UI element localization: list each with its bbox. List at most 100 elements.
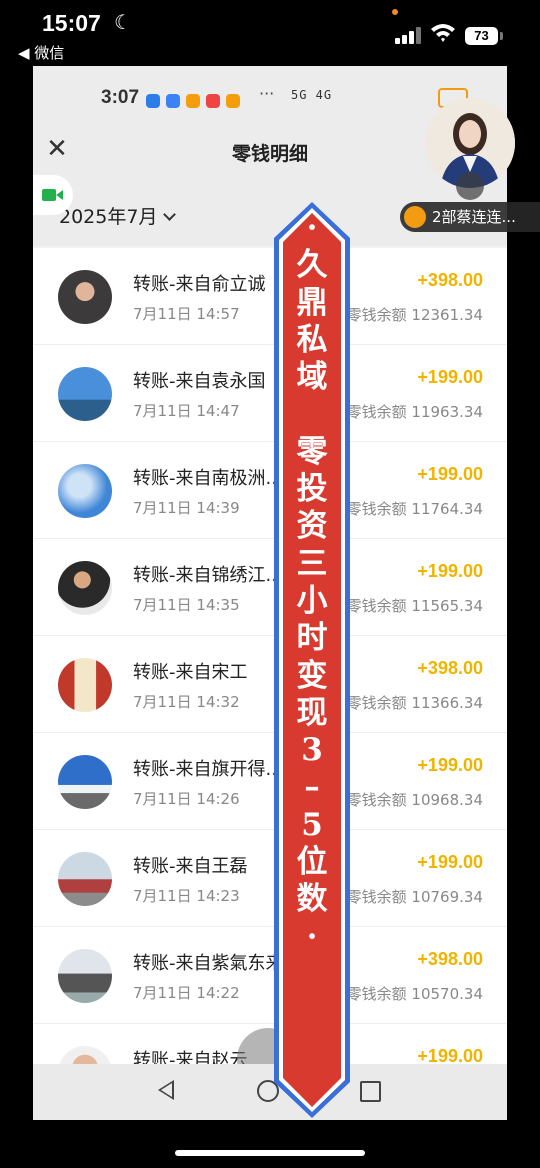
transaction-title: 转账-来自俞立诚 — [133, 274, 266, 295]
avatar — [58, 755, 112, 809]
transaction-title: 转账-来自旗开得... — [133, 759, 283, 780]
banner-char — [272, 396, 352, 433]
notification-icons — [146, 90, 246, 109]
avatar — [58, 367, 112, 421]
banner-char: 鼎 — [296, 284, 328, 321]
banner-char: · — [306, 210, 318, 246]
transaction-amount: +199.00 — [417, 852, 483, 872]
balance-after: 零钱余额 10769.34 — [346, 888, 483, 906]
promo-banner: · 久 鼎 私 域 零 投 资 三 小 时 变 现 3 – 5 位 数 · — [272, 200, 352, 1120]
banner-char: 私 — [296, 321, 328, 358]
user-icon — [404, 206, 426, 228]
avatar — [58, 464, 112, 518]
transaction-title: 转账-来自紫氣东来) — [133, 953, 291, 974]
battery-icon: 73 — [465, 27, 498, 45]
transaction-title: 转账-来自宋工 — [133, 662, 248, 683]
app-icon — [166, 93, 180, 108]
list-item[interactable]: 转账-来自南极洲... 7月11日 14:39 +199.00 零钱余额 117… — [33, 442, 507, 539]
back-icon[interactable] — [158, 1080, 174, 1100]
participant-name: 2部蔡连连... — [432, 208, 516, 226]
banner-char: 三 — [296, 545, 328, 582]
list-item[interactable]: 转账-来自俞立诚 7月11日 14:57 +398.00 零钱余额 12361.… — [33, 248, 507, 345]
month-label: 2025年7月 — [59, 206, 158, 228]
banner-char: 位 — [296, 844, 328, 881]
inner-time: 3:07 — [101, 87, 140, 108]
android-nav-bar — [33, 1064, 507, 1120]
transaction-title: 转账-来自袁永国 — [133, 371, 266, 392]
banner-char: 久 — [296, 247, 328, 284]
balance-after: 零钱余额 11565.34 — [346, 597, 483, 615]
avatar — [58, 561, 112, 615]
transaction-time: 7月11日 14:23 — [133, 887, 240, 905]
transaction-amount: +398.00 — [417, 270, 483, 290]
balance-after: 零钱余额 11963.34 — [346, 403, 483, 421]
app-icon — [206, 93, 220, 108]
microphone-icon[interactable] — [456, 172, 484, 200]
banner-char: 现 — [296, 694, 328, 731]
transaction-amount: +199.00 — [417, 464, 483, 484]
banner-char: 零 — [296, 433, 328, 470]
home-indicator[interactable] — [175, 1150, 365, 1156]
transaction-time: 7月11日 14:35 — [133, 596, 240, 614]
battery-tip — [500, 32, 503, 40]
chevron-down-icon — [163, 208, 177, 221]
transaction-time: 7月11日 14:47 — [133, 402, 240, 420]
banner-char: 时 — [296, 620, 328, 657]
list-item[interactable]: 转账-来自宋工 7月11日 14:32 +398.00 零钱余额 11366.3… — [33, 636, 507, 733]
banner-char: 域 — [296, 359, 328, 396]
balance-after: 零钱余额 12361.34 — [346, 306, 483, 324]
avatar — [58, 852, 112, 906]
balance-after: 零钱余额 10570.34 — [346, 985, 483, 1003]
status-time: 15:07 — [42, 10, 101, 36]
cellular-signal-icon — [395, 26, 423, 44]
transaction-time: 7月11日 14:26 — [133, 790, 240, 808]
balance-after: 零钱余额 11764.34 — [346, 500, 483, 518]
banner-char: 5 — [301, 806, 323, 843]
banner-char: 3 — [301, 732, 323, 769]
banner-text: · 久 鼎 私 域 零 投 资 三 小 时 变 现 3 – 5 位 数 · — [272, 210, 352, 956]
transaction-amount: +199.00 — [417, 755, 483, 775]
avatar — [58, 270, 112, 324]
transaction-amount: +199.00 — [417, 561, 483, 581]
list-item[interactable]: 转账-来自锦绣江... 7月11日 14:35 +199.00 零钱余额 115… — [33, 539, 507, 636]
more-icon: ··· — [259, 84, 275, 103]
transaction-time: 7月11日 14:57 — [133, 305, 240, 323]
avatar — [58, 658, 112, 712]
avatar — [58, 949, 112, 1003]
moon-icon: ☾ — [114, 10, 132, 34]
live-participant-label[interactable]: 2部蔡连连... — [400, 202, 540, 232]
transaction-title: 转账-来自王磊 — [133, 856, 248, 877]
wifi-icon — [431, 24, 455, 42]
transaction-time: 7月11日 14:39 — [133, 499, 240, 517]
transaction-title: 转账-来自锦绣江... — [133, 565, 283, 586]
banner-char: – — [304, 769, 320, 806]
banner-char: 小 — [296, 582, 328, 619]
transaction-amount: +398.00 — [417, 658, 483, 678]
recent-apps-icon[interactable] — [360, 1081, 381, 1102]
banner-char: 投 — [296, 471, 328, 508]
balance-after: 零钱余额 10968.34 — [346, 791, 483, 809]
list-item[interactable]: 转账-来自王磊 7月11日 14:23 +199.00 零钱余额 10769.3… — [33, 830, 507, 927]
inner-network-indicator: 5G 4G — [291, 88, 333, 102]
list-item[interactable]: 转账-来自旗开得... 7月11日 14:26 +199.00 零钱余额 109… — [33, 733, 507, 830]
transaction-amount: +199.00 — [417, 367, 483, 387]
app-icon — [146, 93, 160, 108]
transaction-time: 7月11日 14:32 — [133, 693, 240, 711]
transaction-list: 转账-来自俞立诚 7月11日 14:57 +398.00 零钱余额 12361.… — [33, 248, 507, 1120]
phone-status-bar: 15:07 ☾ 73 ◀ 微信 — [0, 0, 540, 66]
banner-char: 数 — [296, 881, 328, 918]
list-item[interactable]: 转账-来自紫氣东来) 7月11日 14:22 +398.00 零钱余额 1057… — [33, 927, 507, 1024]
back-to-wechat-link[interactable]: ◀ 微信 — [18, 42, 64, 63]
transaction-time: 7月11日 14:22 — [133, 984, 240, 1002]
video-call-icon[interactable] — [33, 175, 73, 215]
banner-char: 资 — [296, 508, 328, 545]
transaction-amount: +398.00 — [417, 949, 483, 969]
transaction-title: 转账-来自南极洲... — [133, 468, 283, 489]
list-item[interactable]: 转账-来自袁永国 7月11日 14:47 +199.00 零钱余额 11963.… — [33, 345, 507, 442]
privacy-dot-icon — [392, 9, 398, 15]
app-icon — [186, 93, 200, 108]
app-icon — [226, 93, 240, 108]
banner-char: 变 — [296, 657, 328, 694]
balance-after: 零钱余额 11366.34 — [346, 694, 483, 712]
month-picker[interactable]: 2025年7月 — [59, 202, 177, 229]
